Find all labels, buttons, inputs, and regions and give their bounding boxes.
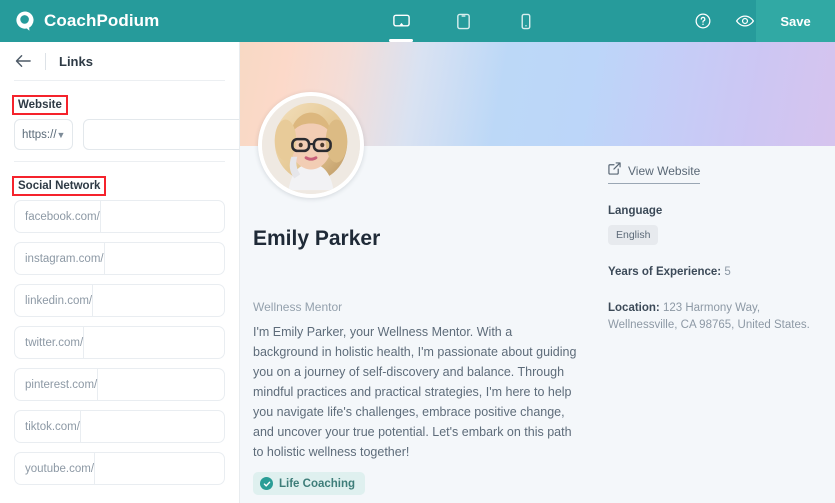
social-prefix-instagram: instagram.com/	[15, 243, 105, 274]
language-label: Language	[608, 205, 663, 217]
app-root: CoachPodium Save Links Website https:// …	[0, 0, 835, 503]
avatar-photo	[262, 96, 360, 194]
device-tab-desktop[interactable]	[381, 0, 421, 42]
website-url-input[interactable]	[83, 119, 239, 150]
social-section-header: Social Network	[0, 162, 239, 200]
social-row-twitter: twitter.com/	[14, 326, 225, 359]
view-website-label: View Website	[628, 164, 701, 178]
question-circle-icon[interactable]	[692, 10, 714, 32]
divider	[45, 52, 46, 70]
social-input-facebook[interactable]	[100, 201, 224, 232]
profile-role: Wellness Mentor	[253, 300, 343, 314]
website-protocol-value: https://	[22, 128, 57, 141]
brand-name: CoachPodium	[44, 11, 160, 30]
avatar	[258, 92, 364, 198]
social-prefix-twitter: twitter.com/	[15, 327, 85, 358]
social-prefix-linkedin: linkedin.com/	[15, 285, 94, 316]
brand[interactable]: CoachPodium	[0, 10, 300, 32]
profile-info-panel: View Website Language English Years of E…	[608, 162, 823, 334]
social-prefix-tiktok: tiktok.com/	[15, 411, 81, 442]
language-chip: English	[608, 225, 659, 245]
specialty-badge: Life Coaching	[253, 472, 366, 495]
experience-value: 5	[724, 266, 731, 278]
social-prefix-pinterest: pinterest.com/	[15, 369, 99, 400]
profile-name: Emily Parker	[253, 227, 381, 250]
experience-label: Years of Experience:	[608, 266, 722, 278]
social-input-twitter[interactable]	[84, 327, 224, 358]
social-row-tiktok: tiktok.com/	[14, 410, 225, 443]
social-row-instagram: instagram.com/	[14, 242, 225, 275]
social-input-youtube[interactable]	[95, 453, 224, 484]
external-link-icon	[608, 162, 621, 180]
device-tab-mobile[interactable]	[505, 0, 545, 42]
social-input-instagram[interactable]	[104, 243, 224, 274]
social-input-tiktok[interactable]	[80, 411, 224, 442]
save-button[interactable]: Save	[756, 0, 835, 42]
social-row-facebook: facebook.com/	[14, 200, 225, 233]
arrow-left-icon[interactable]	[14, 52, 32, 70]
profile-preview: Emily Parker Wellness Mentor I'm Emily P…	[240, 42, 835, 503]
view-website-link[interactable]: View Website	[608, 162, 701, 184]
social-row-linkedin: linkedin.com/	[14, 284, 225, 317]
chevron-down-icon: ▼	[56, 129, 66, 140]
website-section-header: Website	[0, 81, 239, 119]
top-bar-actions	[692, 0, 756, 42]
page-title: Links	[59, 53, 93, 69]
social-prefix-youtube: youtube.com/	[15, 453, 96, 484]
sidebar-header: Links	[0, 42, 239, 80]
location-row: Location: 123 Harmony Way, Wellnessville…	[608, 300, 823, 334]
specialty-badge-label: Life Coaching	[279, 477, 356, 490]
website-protocol-select[interactable]: https:// ▼	[14, 119, 74, 150]
speech-bubble-logo-icon	[14, 10, 36, 32]
social-network-label: Social Network	[11, 176, 107, 196]
website-field-row: https:// ▼	[14, 119, 239, 150]
social-input-linkedin[interactable]	[93, 285, 224, 316]
top-bar: CoachPodium Save	[0, 0, 835, 42]
sidebar: Links Website https:// ▼ Social Network …	[0, 42, 240, 503]
social-row-pinterest: pinterest.com/	[14, 368, 225, 401]
social-row-youtube: youtube.com/	[14, 452, 225, 485]
social-input-pinterest[interactable]	[98, 369, 224, 400]
location-label: Location:	[608, 302, 660, 314]
experience-row: Years of Experience: 5	[608, 264, 823, 281]
profile-bio: I'm Emily Parker, your Wellness Mentor. …	[253, 325, 577, 459]
eye-icon[interactable]	[734, 10, 756, 32]
website-label: Website	[12, 95, 68, 115]
check-circle-icon	[260, 477, 273, 490]
device-tab-tablet[interactable]	[443, 0, 483, 42]
device-preview-tabs	[381, 0, 545, 42]
social-prefix-facebook: facebook.com/	[15, 201, 101, 232]
